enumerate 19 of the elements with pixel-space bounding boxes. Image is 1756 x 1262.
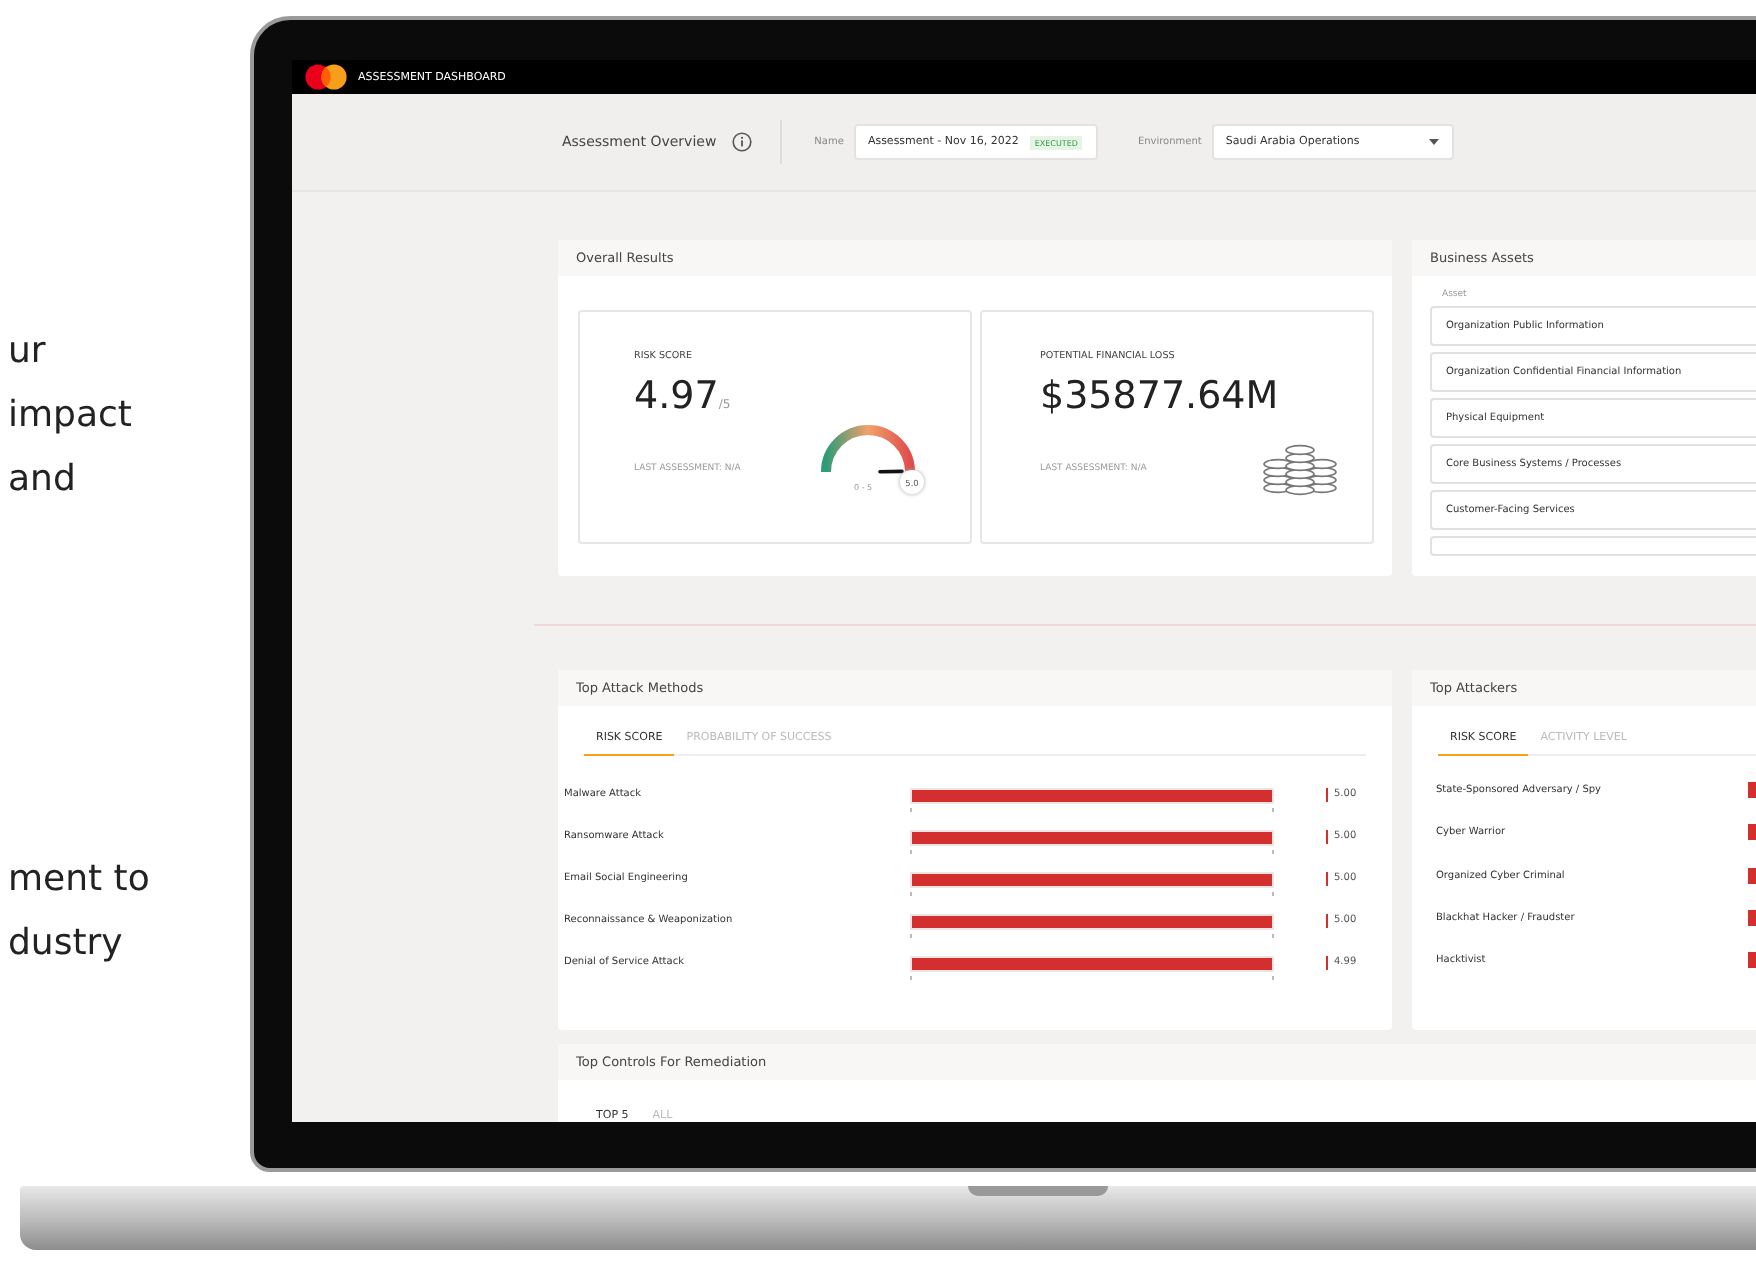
info-icon[interactable] — [732, 132, 753, 152]
logo-icon — [304, 64, 348, 90]
tick-mark — [910, 892, 912, 896]
kpi-value: $35877.64M — [1040, 374, 1279, 418]
kpi-value: 4.97 — [634, 374, 719, 418]
tick-mark — [1272, 850, 1274, 854]
tick-mark — [910, 934, 912, 938]
tick-mark — [910, 850, 912, 854]
tick-mark — [1272, 934, 1274, 938]
marketing-paragraph: ment to dustry — [6, 856, 152, 968]
tick-mark — [910, 808, 912, 812]
gauge-needle — [878, 469, 904, 474]
tick-mark — [1272, 808, 1274, 812]
tick-mark — [1272, 976, 1274, 980]
marketing-paragraph: ur impact and — [6, 328, 134, 504]
caret-icon — [1427, 138, 1440, 146]
tick-mark — [910, 976, 912, 980]
tick-mark — [1272, 892, 1274, 896]
laptop-notch — [968, 1186, 1108, 1196]
